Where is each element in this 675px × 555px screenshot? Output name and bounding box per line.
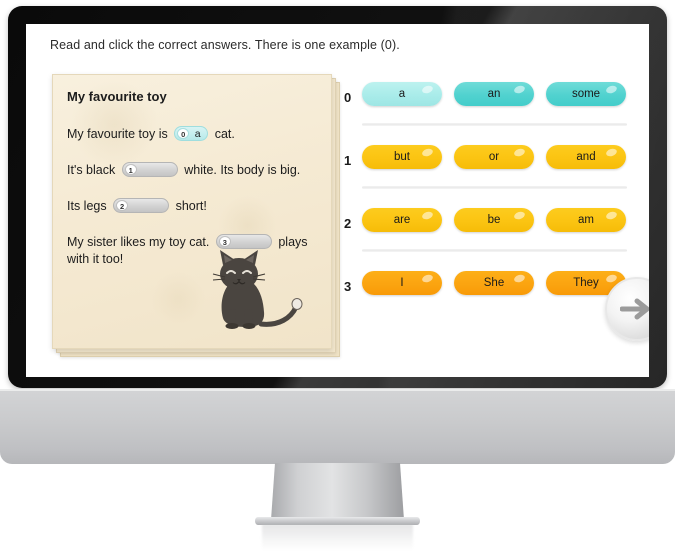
blank-2[interactable]: 2 <box>113 198 170 214</box>
chin-highlight <box>0 389 675 391</box>
answer-option-1-2[interactable]: and <box>546 145 626 169</box>
answer-option-2-2[interactable]: am <box>546 208 626 232</box>
blank-0-number: 0 <box>177 128 190 140</box>
card-sentence-1: It's black 1 white. Its body is big. <box>67 162 317 179</box>
blank-3[interactable]: 3 <box>215 234 272 250</box>
sentence-2-post: short! <box>175 199 207 213</box>
monitor-stand-neck <box>271 463 404 520</box>
answer-row-2-separator <box>362 249 627 252</box>
sentence-3-pre: My sister likes my toy cat. <box>67 235 210 249</box>
answer-option-1-0[interactable]: but <box>362 145 442 169</box>
answer-option-1-1[interactable]: or <box>454 145 534 169</box>
blank-2-number: 2 <box>116 200 129 212</box>
answer-row-0: 0 a an some <box>344 82 629 126</box>
card-title: My favourite toy <box>67 89 167 104</box>
answer-options-panel: 0 a an some 1 but or and 2 are be am 3 I… <box>344 82 629 303</box>
blank-1[interactable]: 1 <box>121 162 178 178</box>
card-sentence-0: My favourite toy is 0 a cat. <box>67 126 317 143</box>
screenshot-root: Read and click the correct answers. Ther… <box>0 0 675 555</box>
black-cat-icon <box>212 250 303 329</box>
card-sentence-2: Its legs 2 short! <box>67 198 317 215</box>
exercise-card-stack: My favourite toy My favourite toy is 0 a… <box>52 74 342 359</box>
answer-option-0-1[interactable]: an <box>454 82 534 106</box>
answer-row-2: 2 are be am <box>344 208 629 252</box>
answer-row-1-number: 1 <box>344 153 352 168</box>
answer-row-0-number: 0 <box>344 90 352 105</box>
answer-row-1-separator <box>362 186 627 189</box>
arrow-right-icon <box>620 298 649 320</box>
blank-0-value: a <box>194 128 201 141</box>
sentence-1-post: white. Its body is big. <box>184 163 301 177</box>
monitor-chin <box>0 389 675 464</box>
monitor-screen: Read and click the correct answers. Ther… <box>26 24 649 377</box>
blank-1-number: 1 <box>124 164 137 176</box>
blank-3-number: 3 <box>218 236 231 248</box>
answer-option-2-1[interactable]: be <box>454 208 534 232</box>
answer-option-2-0[interactable]: are <box>362 208 442 232</box>
answer-option-3-1[interactable]: She <box>454 271 534 295</box>
monitor-stand-reflection <box>262 524 413 550</box>
instruction-text: Read and click the correct answers. Ther… <box>50 38 400 52</box>
answer-row-0-separator <box>362 123 627 126</box>
sentence-2-pre: Its legs <box>67 199 107 213</box>
blank-0[interactable]: 0 a <box>174 126 209 142</box>
answer-option-3-0[interactable]: I <box>362 271 442 295</box>
sentence-0-pre: My favourite toy is <box>67 127 168 141</box>
sentence-0-post: cat. <box>214 127 235 141</box>
answer-row-1: 1 but or and <box>344 145 629 189</box>
answer-option-0-0[interactable]: a <box>362 82 442 106</box>
sentence-1-pre: It's black <box>67 163 116 177</box>
answer-row-2-number: 2 <box>344 216 352 231</box>
exercise-card: My favourite toy My favourite toy is 0 a… <box>52 74 332 349</box>
answer-row-3: 3 I She They <box>344 271 629 303</box>
answer-row-3-number: 3 <box>344 279 352 294</box>
answer-option-0-2[interactable]: some <box>546 82 626 106</box>
